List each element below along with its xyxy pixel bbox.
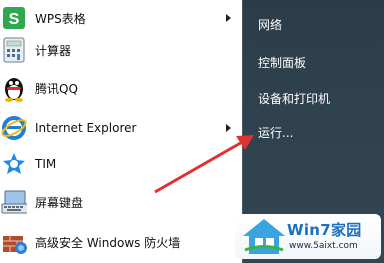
program-label: 计算器 [35,43,72,58]
link-devices-and-printers[interactable]: 设备和打印机 [258,90,330,107]
program-label: Internet Explorer [35,121,137,135]
program-label: 高级安全 Windows 防火墙 [35,235,181,250]
program-label: WPS表格 [35,11,86,26]
qq-penguin-icon [1,75,27,102]
program-item-wps[interactable]: S WPS表格 [0,0,242,36]
program-label: 屏幕键盘 [35,195,84,210]
program-label: TIM [35,157,57,171]
tim-icon [1,151,27,177]
internet-explorer-icon [1,115,27,141]
start-menu-programs-pane: S WPS表格 计算器 腾讯QQ Internet Explorer TIM 屏… [0,0,242,263]
link-network[interactable]: 网络 [258,16,282,33]
watermark-title: Win7家园 [287,221,362,239]
program-item-firewall[interactable]: 高级安全 Windows 防火墙 [0,224,242,260]
program-item-calculator[interactable]: 计算器 [0,32,242,68]
program-item-tim[interactable]: TIM [0,146,242,182]
svg-text:S: S [9,11,20,28]
house-logo-icon [243,219,285,254]
program-item-on-screen-keyboard[interactable]: 屏幕键盘 [0,184,242,220]
program-item-internet-explorer[interactable]: Internet Explorer [0,110,242,146]
firewall-icon [1,229,27,255]
watermark: Win7家园 www.5aixt.com [235,214,381,259]
submenu-arrow-icon [226,124,231,132]
program-item-qq[interactable]: 腾讯QQ [0,70,242,106]
wps-spreadsheet-icon: S [1,5,27,31]
submenu-arrow-icon [226,14,231,22]
program-label: 腾讯QQ [35,81,78,96]
on-screen-keyboard-icon [1,189,27,215]
link-control-panel[interactable]: 控制面板 [258,54,306,71]
link-run[interactable]: 运行... [258,124,293,141]
calculator-icon [1,37,27,63]
watermark-url: www.5aixt.com [289,241,358,251]
